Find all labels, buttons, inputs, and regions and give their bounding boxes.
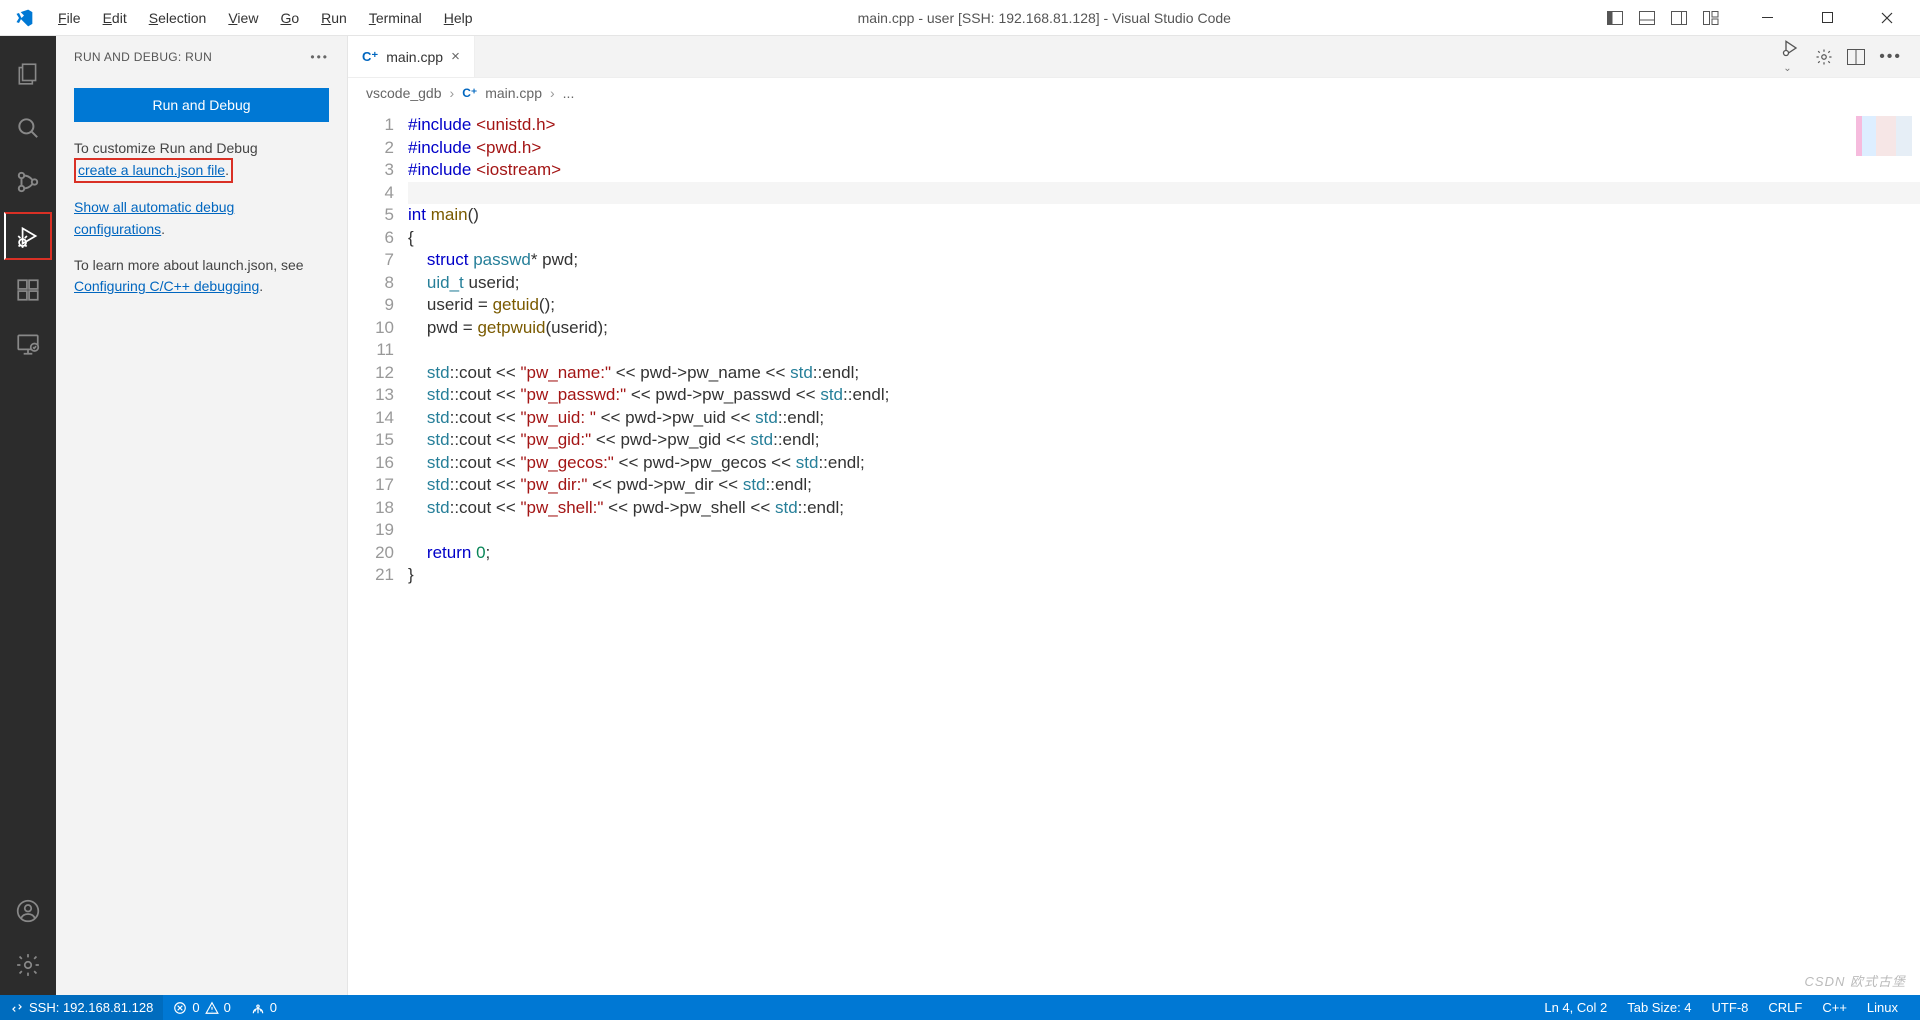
status-problems[interactable]: 0 0 [163,1000,240,1015]
source-control-icon[interactable] [4,158,52,206]
chevron-right-icon: › [450,85,455,101]
more-icon[interactable]: ••• [310,50,329,64]
tab-bar: C⁺ main.cpp × ⌄ ••• [348,36,1920,78]
cpp-file-icon: C⁺ [362,49,378,65]
layout-customize-icon[interactable] [1702,9,1720,27]
close-button[interactable] [1864,0,1910,36]
vscode-logo-icon [0,8,48,28]
show-auto-debug-link[interactable]: Show all automatic debug configurations [74,199,234,237]
breadcrumb[interactable]: vscode_gdb › C⁺ main.cpp › ... [348,78,1920,108]
code-editor[interactable]: 123456789101112131415161718192021 #inclu… [348,108,1920,995]
run-debug-icon[interactable] [4,212,52,260]
layout-right-icon[interactable] [1670,9,1688,27]
window-title: main.cpp - user [SSH: 192.168.81.128] - … [483,10,1606,26]
watermark: CSDN 欧式古堡 [1805,971,1906,990]
menu-help[interactable]: Help [434,6,483,30]
status-bar: SSH: 192.168.81.128 0 0 0 Ln 4, Col 2 Ta… [0,995,1920,1020]
menu-bar: File Edit Selection View Go Run Terminal… [48,6,483,30]
layout-left-icon[interactable] [1606,9,1624,27]
menu-terminal[interactable]: Terminal [359,6,432,30]
settings-gear-icon[interactable] [4,941,52,989]
customize-text: To customize Run and Debug [74,140,258,156]
cpp-file-icon: C⁺ [462,86,477,100]
menu-file[interactable]: File [48,6,91,30]
status-os[interactable]: Linux [1857,1000,1908,1015]
menu-selection[interactable]: Selection [139,6,217,30]
menu-go[interactable]: Go [270,6,309,30]
status-language[interactable]: C++ [1812,1000,1857,1015]
explorer-icon[interactable] [4,50,52,98]
layout-bottom-icon[interactable] [1638,9,1656,27]
line-gutter: 123456789101112131415161718192021 [348,108,408,995]
create-launch-json-link[interactable]: create a launch.json file [78,162,225,178]
breadcrumb-more[interactable]: ... [563,85,575,101]
sidebar-title: RUN AND DEBUG: RUN [74,50,212,64]
activity-bar [0,36,56,995]
breadcrumb-folder[interactable]: vscode_gdb [366,85,442,101]
accounts-icon[interactable] [4,887,52,935]
run-debug-play-icon[interactable]: ⌄ [1781,38,1801,76]
tab-label: main.cpp [386,49,443,65]
minimize-button[interactable] [1744,0,1790,36]
editor-more-icon[interactable]: ••• [1879,48,1902,66]
split-editor-icon[interactable] [1847,49,1865,65]
run-and-debug-button[interactable]: Run and Debug [74,88,329,122]
tab-main-cpp[interactable]: C⁺ main.cpp × [348,36,475,77]
menu-edit[interactable]: Edit [93,6,137,30]
tab-close-icon[interactable]: × [451,48,460,65]
status-ports[interactable]: 0 [241,1000,287,1015]
remote-indicator[interactable]: SSH: 192.168.81.128 [0,995,163,1020]
sidebar: RUN AND DEBUG: RUN ••• Run and Debug To … [56,36,348,995]
code-lines[interactable]: #include <unistd.h>#include <pwd.h>#incl… [408,108,1920,995]
breadcrumb-file[interactable]: main.cpp [485,85,542,101]
status-encoding[interactable]: UTF-8 [1702,1000,1759,1015]
titlebar: File Edit Selection View Go Run Terminal… [0,0,1920,36]
editor-settings-gear-icon[interactable] [1815,48,1833,66]
minimap[interactable] [1856,116,1912,156]
menu-view[interactable]: View [218,6,268,30]
editor-area: C⁺ main.cpp × ⌄ ••• vscode_gdb › C⁺ main… [348,36,1920,995]
extensions-icon[interactable] [4,266,52,314]
status-tabsize[interactable]: Tab Size: 4 [1617,1000,1701,1015]
learn-more-text: To learn more about launch.json, see [74,257,304,273]
maximize-button[interactable] [1804,0,1850,36]
status-eol[interactable]: CRLF [1758,1000,1812,1015]
configure-cpp-debug-link[interactable]: Configuring C/C++ debugging [74,278,259,294]
chevron-right-icon: › [550,85,555,101]
remote-explorer-icon[interactable] [4,320,52,368]
search-icon[interactable] [4,104,52,152]
menu-run[interactable]: Run [311,6,357,30]
status-cursor[interactable]: Ln 4, Col 2 [1534,1000,1617,1015]
